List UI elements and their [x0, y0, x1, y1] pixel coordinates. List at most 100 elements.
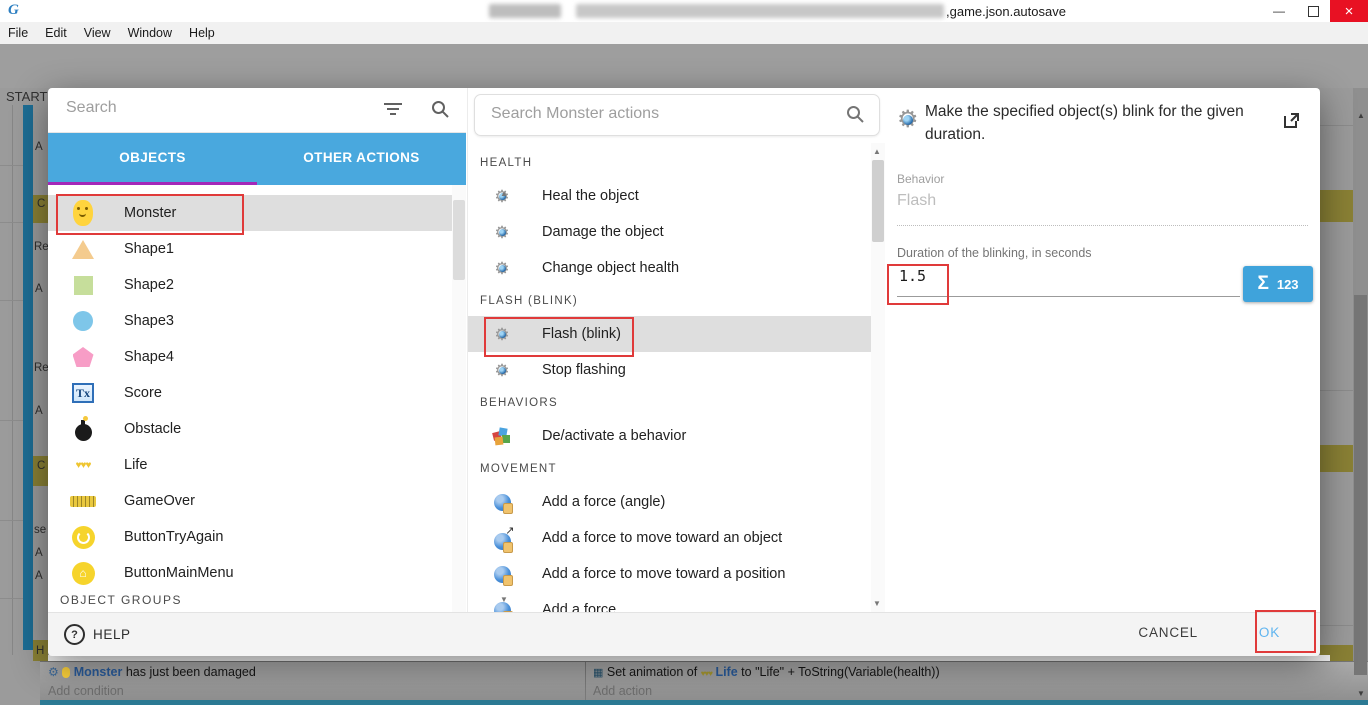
object-row-buttontryagain[interactable]: ButtonTryAgain	[48, 519, 452, 555]
parameters-column: ⚙ Make the specified object(s) blink for…	[885, 88, 1320, 612]
object-row-gameover[interactable]: GameOver	[48, 483, 452, 519]
menu-item-edit[interactable]: Edit	[45, 26, 67, 40]
action-description: Make the specified object(s) blink for t…	[925, 103, 1244, 143]
condition-object-name: Monster	[73, 665, 123, 679]
tab-objects[interactable]: OBJECTS	[48, 133, 257, 182]
filter-icon[interactable]	[383, 101, 403, 117]
object-row-shape3[interactable]: Shape3	[48, 303, 452, 339]
object-search-input[interactable]	[64, 98, 368, 118]
event-condition-line: ⚙ Monster has just been damaged	[48, 665, 256, 679]
duration-field-label: Duration of the blinking, in seconds	[897, 246, 1092, 260]
scroll-up-icon[interactable]: ▲	[1357, 112, 1365, 120]
object-row-life[interactable]: ♥♥♥ Life	[48, 447, 452, 483]
object-row-shape2[interactable]: Shape2	[48, 267, 452, 303]
gameover-icon	[70, 487, 96, 515]
maximize-button[interactable]	[1296, 0, 1330, 22]
object-row-obstacle[interactable]: Obstacle	[48, 411, 452, 447]
annotation-box-ok	[1255, 610, 1316, 653]
event-text-fragment: A	[35, 405, 43, 417]
action-row[interactable]: ⚙ Change object health	[468, 250, 871, 286]
action-row[interactable]: ⚙ Damage the object	[468, 214, 871, 250]
menu-item-view[interactable]: View	[84, 26, 111, 40]
menu-item-help[interactable]: Help	[189, 26, 215, 40]
objects-scrollbar-thumb[interactable]	[453, 200, 465, 280]
object-search-bar	[48, 88, 466, 133]
comment-row-fragment	[1320, 190, 1353, 222]
action-row[interactable]: De/activate a behavior	[468, 418, 871, 454]
action-object-name: Life	[715, 665, 738, 679]
action-suffix: to "Life" + ToString(Variable(health))	[741, 665, 940, 679]
redacted-title-block	[489, 4, 561, 18]
action-row[interactable]: ⚙ Stop flashing	[468, 352, 871, 388]
add-action-link[interactable]: Add action	[593, 684, 652, 698]
tab-other-actions[interactable]: OTHER ACTIONS	[257, 133, 466, 182]
menu-item-file[interactable]: File	[8, 26, 28, 40]
objects-scroll-up-icon[interactable]: ▲	[500, 190, 508, 198]
obstacle-icon	[70, 415, 96, 443]
object-label: Score	[124, 385, 162, 401]
condition-text: has just been damaged	[125, 665, 256, 679]
square-icon	[70, 271, 96, 299]
scene-tab-label: START	[6, 89, 48, 104]
section-header: BEHAVIORS	[480, 397, 558, 409]
event-text-fragment: Re	[34, 241, 49, 253]
object-row-score[interactable]: Tx Score	[48, 375, 452, 411]
action-label: Add a force to move toward a position	[542, 566, 786, 582]
action-row[interactable]: ⚙ Heal the object	[468, 178, 871, 214]
event-row[interactable]: ⚙ Monster has just been damaged Add cond…	[40, 661, 1368, 702]
menu-item-window[interactable]: Window	[128, 26, 172, 40]
object-row-shape4[interactable]: Shape4	[48, 339, 452, 375]
action-label: Damage the object	[542, 224, 664, 240]
close-button[interactable]: ×	[1330, 0, 1368, 22]
selected-event-border	[40, 700, 1368, 705]
life-icon: ♥♥♥	[75, 459, 92, 471]
minimize-button[interactable]: —	[1262, 0, 1296, 22]
object-label: Obstacle	[124, 421, 182, 437]
open-in-new-icon[interactable]	[1283, 112, 1300, 129]
toolbar	[0, 44, 1368, 88]
action-label: Add a force to move toward an object	[542, 530, 783, 546]
title-bar: G ,game.json.autosave — ×	[0, 0, 1368, 22]
action-label: Heal the object	[542, 188, 639, 204]
actions-scroll-up-icon[interactable]: ▲	[873, 148, 881, 156]
event-text-fragment: Re	[34, 362, 49, 374]
btn-mainmenu-icon: ⌂	[70, 559, 96, 587]
action-row[interactable]: ↗ Add a force to move toward an object	[468, 520, 871, 556]
object-row-buttonmainmenu[interactable]: ⌂ ButtonMainMenu	[48, 555, 452, 591]
events-scrollbar-thumb[interactable]	[1354, 295, 1367, 675]
object-label: Shape3	[124, 313, 174, 329]
search-icon[interactable]	[845, 104, 865, 124]
search-icon[interactable]	[430, 99, 450, 119]
behavior-field-underline	[897, 225, 1308, 226]
event-text-fragment: C	[37, 198, 46, 210]
event-text-fragment: A	[35, 141, 43, 153]
actions-scrollbar-thumb[interactable]	[872, 160, 884, 242]
maximize-icon	[1307, 5, 1319, 17]
numeric-label: 123	[1276, 276, 1299, 292]
object-label: Shape2	[124, 277, 174, 293]
add-condition-link[interactable]: Add condition	[48, 684, 124, 698]
event-text-fragment: A	[35, 283, 43, 295]
actions-scroll-down-icon[interactable]: ▼	[873, 600, 881, 608]
animation-icon: ▦	[593, 667, 604, 679]
cancel-button[interactable]: CANCEL	[1138, 625, 1198, 640]
help-button[interactable]: ? HELP	[64, 624, 131, 645]
events-gutter-line	[12, 105, 13, 655]
objects-scroll-down-icon[interactable]: ▼	[500, 596, 508, 604]
gdevelop-window: G ,game.json.autosave — × File Edit View Wi…	[0, 0, 1368, 705]
help-label: HELP	[93, 627, 131, 642]
action-row[interactable]: Add a force	[468, 592, 871, 612]
action-search-input[interactable]	[489, 104, 823, 124]
actions-list: HEALTH ⚙ Heal the object ⚙ Damage the object…	[468, 143, 871, 612]
menu-bar: File Edit View Window Help	[0, 22, 1368, 44]
expression-editor-button[interactable]: Σ 123	[1243, 266, 1313, 302]
action-row[interactable]: Add a force to move toward a position	[468, 556, 871, 592]
section-header: HEALTH	[480, 157, 533, 169]
gear-action-icon: ⚙	[494, 360, 510, 380]
object-label: Life	[124, 457, 148, 473]
object-row-shape1[interactable]: Shape1	[48, 231, 452, 267]
scroll-down-icon[interactable]: ▼	[1357, 690, 1365, 698]
action-row[interactable]: Add a force (angle)	[468, 484, 871, 520]
annotation-box-monster	[56, 194, 244, 235]
action-label: De/activate a behavior	[542, 428, 687, 444]
